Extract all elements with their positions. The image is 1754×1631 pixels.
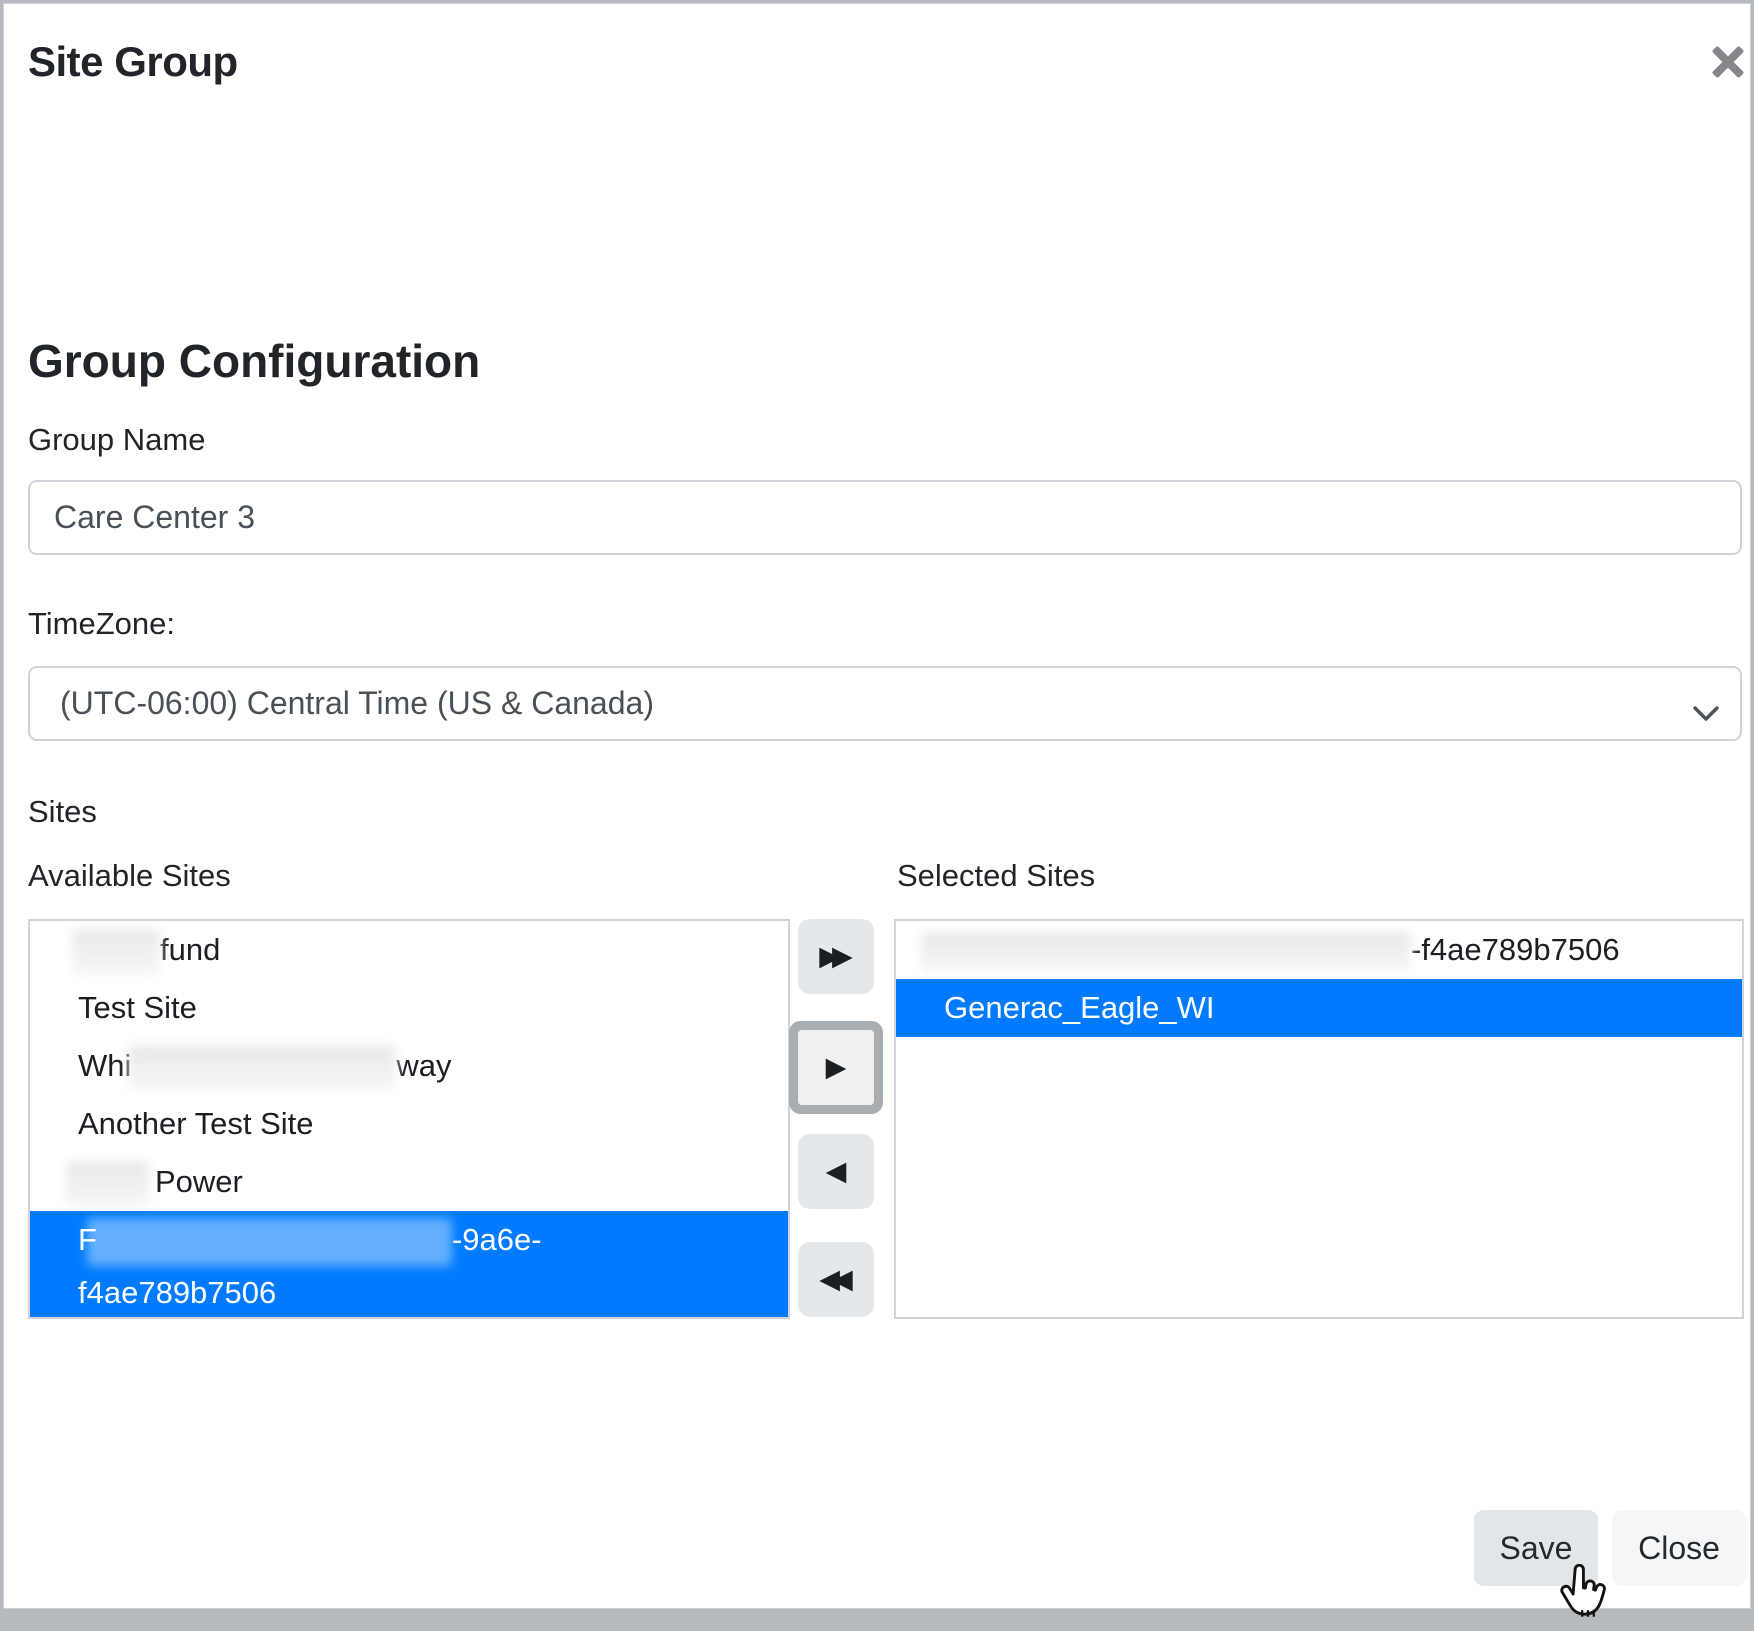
redacted-text <box>87 1218 452 1266</box>
item-text: f4ae789b7506 <box>78 1275 276 1310</box>
list-item[interactable]: Another Test Site <box>30 1095 788 1153</box>
site-group-dialog: Site Group ✕ Group Configuration Group N… <box>3 3 1751 1609</box>
close-dialog-button[interactable]: Close <box>1612 1510 1746 1586</box>
double-left-arrow-icon: ◀◀ <box>819 1264 853 1295</box>
double-right-arrow-icon: ▶▶ <box>819 941 853 972</box>
left-arrow-icon: ◀ <box>826 1156 847 1187</box>
close-icon <box>1704 38 1752 86</box>
item-text: Test Site <box>78 990 197 1025</box>
chevron-down-icon <box>1692 695 1720 732</box>
timezone-selected-value: (UTC-06:00) Central Time (US & Canada) <box>60 685 654 722</box>
move-right-button[interactable]: ▶ <box>798 1030 874 1105</box>
right-arrow-icon: ▶ <box>826 1052 847 1083</box>
timezone-label: TimeZone: <box>28 606 175 642</box>
redacted-text <box>921 932 1411 972</box>
item-text: -9a6e- <box>452 1222 542 1257</box>
item-text: Power <box>155 1164 243 1199</box>
group-configuration-heading: Group Configuration <box>28 334 480 388</box>
list-item[interactable]: F-9a6e-f4ae789b7506 <box>30 1211 788 1319</box>
selected-sites-label: Selected Sites <box>897 858 1095 894</box>
redacted-text <box>72 929 160 975</box>
item-text: way <box>396 1048 451 1083</box>
move-left-button[interactable]: ◀ <box>798 1134 874 1209</box>
dialog-title: Site Group <box>28 38 238 86</box>
redacted-text <box>129 1045 396 1091</box>
item-text: Whi <box>78 1048 131 1083</box>
timezone-select[interactable]: (UTC-06:00) Central Time (US & Canada) <box>28 666 1742 741</box>
group-name-label: Group Name <box>28 422 205 458</box>
move-all-left-button[interactable]: ◀◀ <box>798 1242 874 1317</box>
list-item[interactable]: -f4ae789b7506 <box>896 921 1742 979</box>
move-all-right-button[interactable]: ▶▶ <box>798 919 874 994</box>
available-sites-list[interactable]: fund Test Site Whi way Another Test Site Powe… <box>28 919 790 1319</box>
list-item[interactable]: fund <box>30 921 788 979</box>
group-name-input[interactable] <box>28 480 1742 555</box>
item-text: -f4ae789b7506 <box>1411 932 1620 967</box>
save-button[interactable]: Save <box>1474 1510 1598 1586</box>
list-item[interactable]: Power <box>30 1153 788 1211</box>
item-text: Generac_Eagle_WI <box>944 990 1215 1025</box>
close-button[interactable]: ✕ <box>1704 38 1752 86</box>
item-text: fund <box>160 932 220 967</box>
list-item[interactable]: Generac_Eagle_WI <box>896 979 1742 1037</box>
list-item[interactable]: Whi way <box>30 1037 788 1095</box>
selected-sites-list[interactable]: -f4ae789b7506 Generac_Eagle_WI <box>894 919 1744 1319</box>
item-text: Another Test Site <box>78 1106 314 1141</box>
sites-label: Sites <box>28 794 97 830</box>
available-sites-label: Available Sites <box>28 858 231 894</box>
list-item[interactable]: Test Site <box>30 979 788 1037</box>
redacted-text <box>66 1161 149 1207</box>
